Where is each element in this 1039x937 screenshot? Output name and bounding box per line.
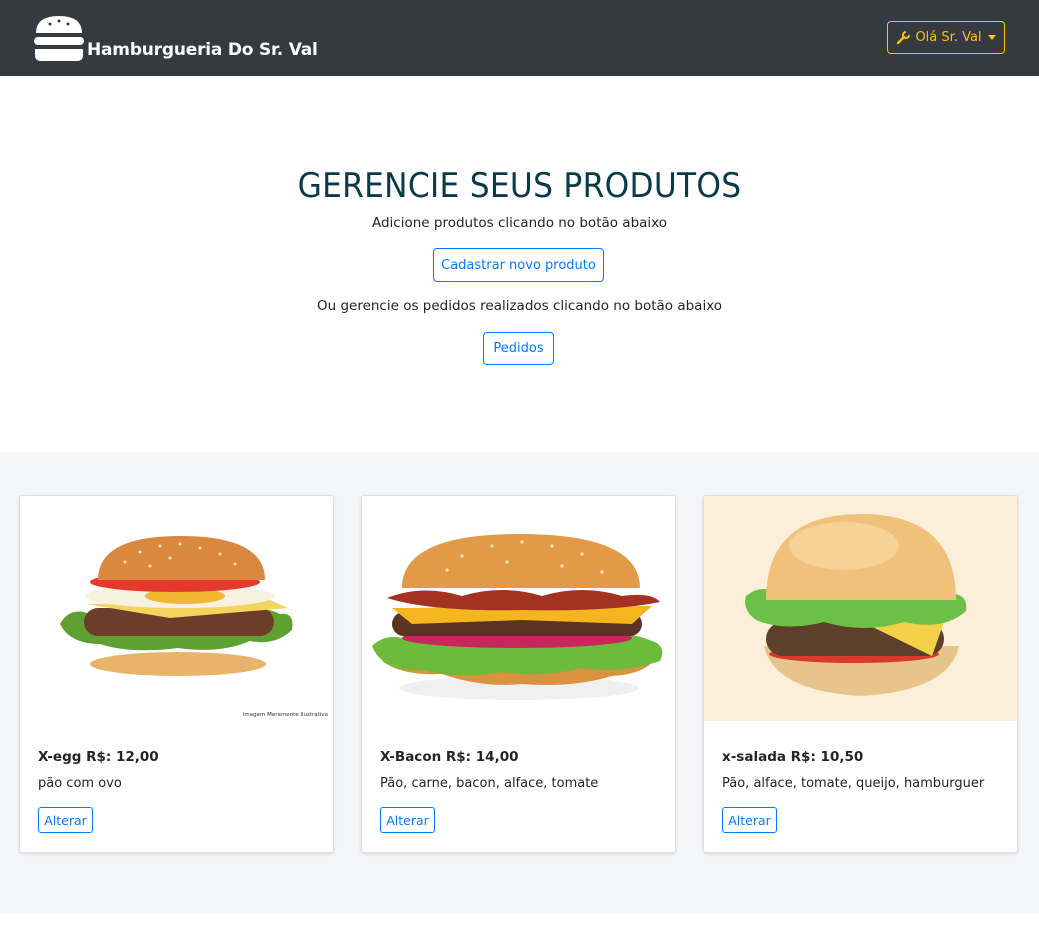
burger-logo-icon bbox=[34, 16, 84, 61]
brand-link[interactable]: Hamburgueria Do Sr. Val bbox=[32, 13, 318, 63]
alter-product-button[interactable]: Alterar bbox=[38, 807, 93, 833]
brand-name: Hamburgueria Do Sr. Val bbox=[87, 40, 318, 60]
user-menu-label: Olá Sr. Val bbox=[915, 30, 982, 45]
product-image bbox=[362, 496, 675, 721]
product-card: x-salada R$: 10,50 Pão, alface, tomate, … bbox=[703, 495, 1018, 853]
product-description: Pão, carne, bacon, alface, tomate bbox=[380, 776, 599, 791]
jumbotron: GERENCIE SEUS PRODUTOS Adicione produtos… bbox=[0, 76, 1039, 452]
caret-down-icon bbox=[987, 35, 996, 40]
alter-product-button[interactable]: Alterar bbox=[722, 807, 777, 833]
product-title: x-salada R$: 10,50 bbox=[722, 749, 864, 765]
product-card: Imagem Meramente Ilustrativa X-egg R$: 1… bbox=[19, 495, 334, 853]
new-product-button[interactable]: Cadastrar novo produto bbox=[433, 248, 604, 282]
product-image: Imagem Meramente Ilustrativa bbox=[20, 496, 333, 721]
user-menu-button[interactable]: Olá Sr. Val bbox=[887, 21, 1005, 54]
product-title: X-Bacon R$: 14,00 bbox=[380, 749, 519, 765]
products-section: Imagem Meramente Ilustrativa X-egg R$: 1… bbox=[0, 452, 1039, 913]
product-title: X-egg R$: 12,00 bbox=[38, 749, 159, 765]
image-caption: Imagem Meramente Ilustrativa bbox=[243, 712, 328, 718]
products-instruction: Adicione produtos clicando no botão abai… bbox=[371, 215, 668, 231]
product-image bbox=[704, 496, 1017, 721]
wrench-icon bbox=[897, 30, 911, 44]
navbar: Hamburgueria Do Sr. Val Olá Sr. Val bbox=[0, 0, 1039, 76]
x-egg-burger-photo: Imagem Meramente Ilustrativa bbox=[20, 496, 333, 721]
orders-instruction: Ou gerencie os pedidos realizados clican… bbox=[316, 298, 723, 314]
x-bacon-burger-photo bbox=[362, 496, 675, 721]
x-salada-burger-photo bbox=[704, 496, 1017, 721]
orders-button[interactable]: Pedidos bbox=[483, 332, 554, 365]
product-description: pão com ovo bbox=[38, 776, 122, 791]
product-card: X-Bacon R$: 14,00 Pão, carne, bacon, alf… bbox=[361, 495, 676, 853]
product-description: Pão, alface, tomate, queijo, hamburguer bbox=[722, 776, 985, 791]
alter-product-button[interactable]: Alterar bbox=[380, 807, 435, 833]
page-title: GERENCIE SEUS PRODUTOS bbox=[297, 166, 742, 206]
